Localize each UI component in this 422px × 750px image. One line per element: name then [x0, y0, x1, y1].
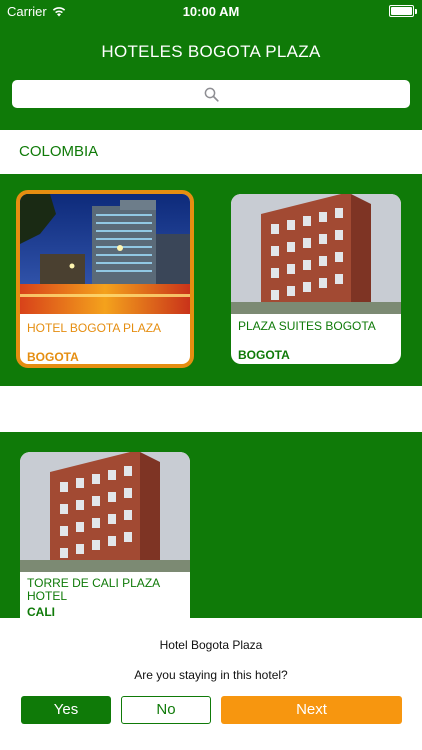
- hotel-photo-brick: [231, 194, 401, 314]
- hotel-name: TORRE DE CALI PLAZA HOTEL: [27, 576, 160, 603]
- search-bar[interactable]: [12, 80, 410, 108]
- battery-icon: [389, 5, 417, 17]
- search-input[interactable]: [12, 80, 410, 108]
- hotel-card-torre-de-cali[interactable]: TORRE DE CALI PLAZA HOTEL CALI: [20, 452, 190, 642]
- hotel-row-1: HOTEL BOGOTA PLAZA BOGOTA PLAZA SUITES B…: [0, 174, 422, 386]
- prompt-question: Are you staying in this hotel?: [134, 668, 288, 682]
- hotel-card-plaza-suites[interactable]: PLAZA SUITES BOGOTA BOGOTA: [231, 194, 401, 364]
- prompt-hotel-name: Hotel Bogota Plaza: [159, 638, 263, 652]
- hotel-city: BOGOTA: [238, 348, 290, 362]
- section-header-colombia: COLOMBIA: [0, 130, 422, 174]
- hotel-city: CALI: [27, 605, 55, 619]
- yes-button[interactable]: Yes: [21, 696, 111, 724]
- hotel-row-2: TORRE DE CALI PLAZA HOTEL CALI: [0, 432, 422, 642]
- section-title: COLOMBIA: [19, 143, 99, 160]
- no-button[interactable]: No: [121, 696, 211, 724]
- hotel-photo-brick: [20, 452, 190, 572]
- page-title: HOTELES BOGOTA PLAZA: [101, 42, 321, 61]
- clock: 10:00 AM: [182, 4, 240, 19]
- hotel-name: PLAZA SUITES BOGOTA: [238, 319, 376, 333]
- app-header: Carrier 10:00 AM HOTELES BOGOTA PLAZA: [0, 0, 422, 130]
- next-button[interactable]: Next: [221, 696, 402, 724]
- stay-confirmation-panel: Hotel Bogota Plaza Are you staying in th…: [0, 618, 422, 750]
- hotel-name: HOTEL BOGOTA PLAZA: [27, 321, 162, 335]
- status-bar: Carrier 10:00 AM: [0, 0, 422, 24]
- hotel-card-bogota-plaza[interactable]: HOTEL BOGOTA PLAZA BOGOTA: [16, 190, 194, 368]
- hotel-city: BOGOTA: [27, 350, 79, 364]
- hotel-photo-night: [20, 194, 190, 314]
